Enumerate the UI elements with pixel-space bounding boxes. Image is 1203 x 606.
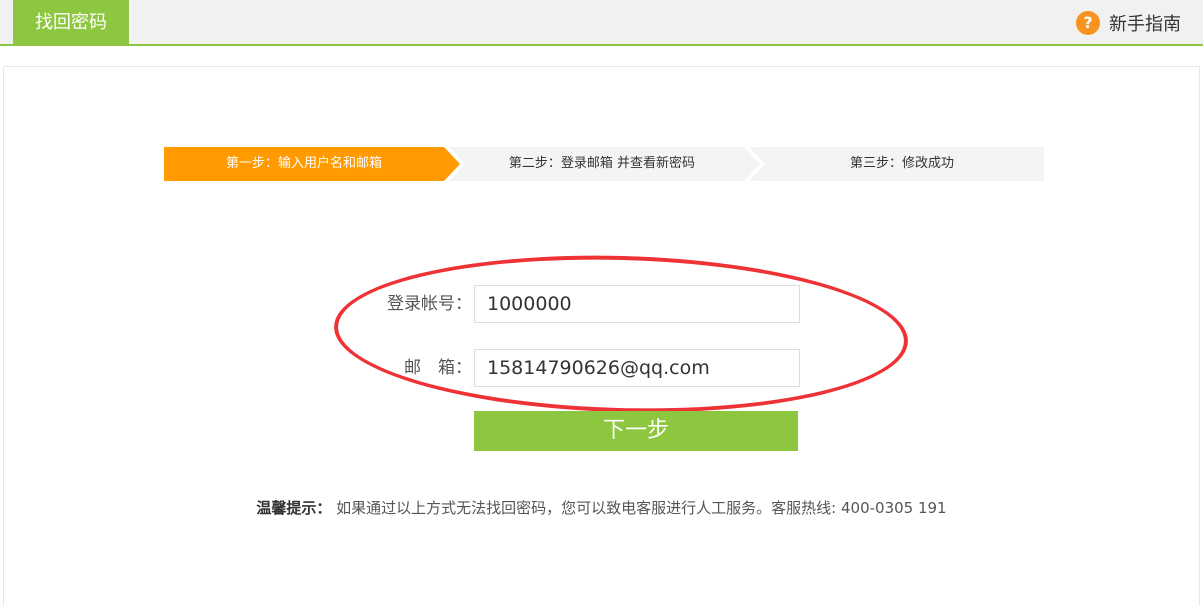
tab-find-password[interactable]: 找回密码 (13, 0, 129, 46)
top-bar: 找回密码 ? 新手指南 (0, 0, 1203, 46)
newbie-guide-label: 新手指南 (1109, 14, 1181, 35)
step-2-label: 第二步：登录邮箱 并查看新密码 (508, 156, 696, 171)
account-input[interactable] (474, 285, 800, 323)
email-input[interactable] (474, 349, 800, 387)
step-3-label: 第三步：修改成功 (849, 156, 954, 171)
question-circle-icon: ? (1076, 11, 1100, 35)
account-label: 登录帐号： (387, 294, 472, 314)
newbie-guide-link[interactable]: ? 新手指南 (1076, 0, 1181, 46)
step-1-label: 第一步：输入用户名和邮箱 (225, 156, 382, 171)
tip-text: 温馨提示： 如果通过以上方式无法找回密码，您可以致电客服进行人工服务。客服热线:… (0, 497, 1203, 518)
tip-title: 温馨提示： (256, 499, 332, 517)
email-label: 邮 箱： (404, 358, 472, 378)
email-row: 邮 箱： (340, 349, 800, 387)
account-row: 登录帐号： (340, 285, 800, 323)
step-progress: 第一步：输入用户名和邮箱 第二步：登录邮箱 并查看新密码 第三步：修改成功 (164, 147, 1044, 181)
next-step-button[interactable]: 下一步 (474, 411, 798, 451)
tip-body: 如果通过以上方式无法找回密码，您可以致电客服进行人工服务。客服热线: 400-0… (331, 499, 947, 517)
